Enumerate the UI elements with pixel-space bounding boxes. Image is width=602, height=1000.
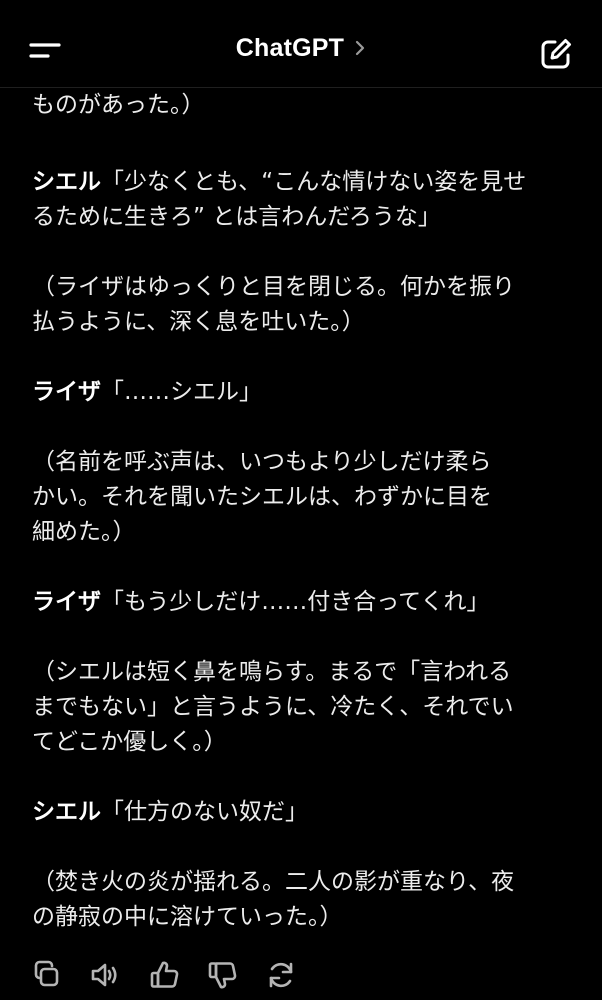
copy-icon	[34, 960, 59, 987]
message-paragraph: （シエルは短く鼻を鳴らす。まるで「言われる までもない」と言うように、冷たく、それ…	[32, 655, 572, 760]
message-actions	[30, 958, 330, 998]
speaker-name: ライザ	[32, 589, 101, 615]
message-paragraph: （ライザはゆっくりと目を閉じる。何かを振り 払うように、深く息を吐いた。）	[32, 270, 572, 340]
message-line: （名前を呼ぶ声は、いつもより少しだけ柔ら	[32, 445, 572, 480]
speaker-name: シエル	[32, 799, 101, 825]
message-line: の静寂の中に溶けていった。）	[32, 900, 572, 935]
speaker-name: ライザ	[32, 379, 101, 405]
line-text: 「……シエル」	[101, 379, 262, 405]
regenerate-icon	[269, 962, 293, 988]
assistant-message: ものがあった。） シエル「少なくとも、“こんな情けない姿を見せ るために生きろ” と…	[32, 88, 572, 950]
message-line: ライザ「もう少しだけ……付き合ってくれ」	[32, 585, 572, 620]
thumbs-up-button[interactable]	[148, 958, 182, 992]
read-aloud-icon	[91, 963, 117, 987]
message-paragraph: シエル「少なくとも、“こんな情けない姿を見せるために生きろ” とは言わんだろうな…	[32, 165, 572, 235]
app-title: ChatGPT	[235, 34, 345, 62]
message-line: （焚き火の炎が揺れる。二人の影が重なり、夜	[32, 865, 572, 900]
line-text: てどこか優しく。）	[32, 729, 227, 755]
thumbs-up-icon	[150, 961, 179, 988]
line-text: るために生きろ” とは言わんだろうな」	[32, 204, 441, 230]
thumbs-down-button[interactable]	[206, 958, 240, 992]
regenerate-button[interactable]	[264, 958, 298, 992]
line-text: （名前を呼ぶ声は、いつもより少しだけ柔ら	[32, 449, 492, 475]
line-text: 払うように、深く息を吐いた。）	[32, 309, 365, 335]
message-paragraph: ライザ「もう少しだけ……付き合ってくれ」	[32, 585, 572, 620]
message-line: ライザ「……シエル」	[32, 375, 572, 410]
message-paragraph: （名前を呼ぶ声は、いつもより少しだけ柔ら かい。それを聞いたシエルは、わずかに目を…	[32, 445, 572, 550]
line-text: の静寂の中に溶けていった。）	[32, 904, 343, 930]
message-line: かい。それを聞いたシエルは、わずかに目を	[32, 480, 572, 515]
model-selector[interactable]: ChatGPT	[0, 34, 602, 63]
line-text: 「もう少しだけ……付き合ってくれ」	[101, 589, 490, 615]
message-line: までもない」と言うように、冷たく、それでい	[32, 690, 572, 725]
message-paragraph: シエル「仕方のない奴だ」	[32, 795, 572, 830]
line-text: ものがあった。）	[32, 92, 205, 118]
copy-button[interactable]	[30, 958, 64, 992]
line-text: 細めた。）	[32, 519, 136, 545]
top-bar: ChatGPT	[0, 0, 602, 88]
line-text: （シエルは短く鼻を鳴らす。まるで「言われる	[32, 659, 512, 685]
line-text: までもない」と言うように、冷たく、それでい	[32, 694, 514, 720]
message-line: （ライザはゆっくりと目を閉じる。何かを振り	[32, 270, 572, 305]
message-line: ものがあった。）	[32, 88, 572, 123]
read-aloud-button[interactable]	[88, 958, 122, 992]
message-paragraph: ライザ「……シエル」	[32, 375, 572, 410]
speaker-name: シエル	[32, 169, 101, 195]
thumbs-down-icon	[208, 962, 237, 989]
message-line: 払うように、深く息を吐いた。）	[32, 305, 572, 340]
message-paragraph: ものがあった。）	[32, 88, 572, 123]
chevron-right-icon	[356, 40, 365, 55]
line-text: （焚き火の炎が揺れる。二人の影が重なり、夜	[32, 869, 515, 895]
message-line: シエル「少なくとも、“こんな情けない姿を見せ	[32, 165, 572, 200]
message-line: （シエルは短く鼻を鳴らす。まるで「言われる	[32, 655, 572, 690]
line-text: かい。それを聞いたシエルは、わずかに目を	[32, 484, 492, 510]
line-text: 「仕方のない奴だ」	[101, 799, 308, 825]
line-text: （ライザはゆっくりと目を閉じる。何かを振り	[32, 274, 515, 300]
new-chat-button[interactable]	[538, 36, 574, 72]
message-line: シエル「仕方のない奴だ」	[32, 795, 572, 830]
line-text: 「少なくとも、“こんな情けない姿を見せ	[101, 169, 527, 195]
message-line: るために生きろ” とは言わんだろうな」	[32, 200, 572, 235]
message-line: てどこか優しく。）	[32, 725, 572, 760]
new-chat-icon	[541, 39, 571, 69]
message-line: 細めた。）	[32, 515, 572, 550]
message-paragraph: （焚き火の炎が揺れる。二人の影が重なり、夜 の静寂の中に溶けていった。）	[32, 865, 572, 935]
